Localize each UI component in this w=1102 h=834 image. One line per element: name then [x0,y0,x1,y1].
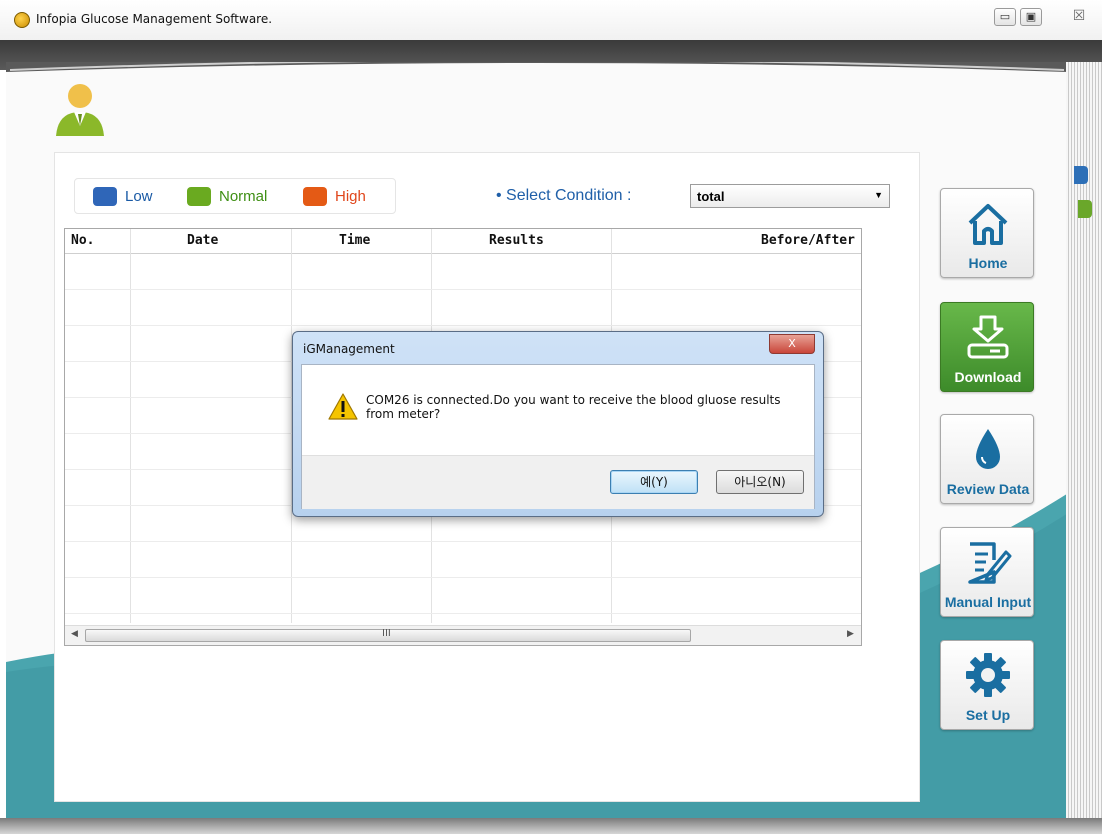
home-button-label: Home [968,255,1008,271]
water-drop-icon [976,429,1000,469]
footer-band [0,818,1102,834]
table-row [65,289,861,290]
review-data-button[interactable]: Review Data [940,414,1034,504]
download-icon [967,315,1009,359]
download-button-label: Download [954,369,1022,385]
column-header-date[interactable]: Date [187,233,218,248]
legend-high-label: High [335,188,366,205]
window-titlebar: Infopia Glucose Management Software. ▭ ▣… [0,0,1102,41]
minimize-button[interactable]: ▭ [994,8,1016,26]
legend-low-swatch [93,187,117,206]
table-row [65,541,861,542]
set-up-button-label: Set Up [965,707,1011,723]
legend: Low Normal High [74,178,396,214]
table-row [65,613,861,614]
dialog-body: COM26 is connected.Do you want to receiv… [301,364,815,509]
review-data-button-label: Review Data [946,481,1030,497]
scrollbar-grip: III [382,628,391,639]
no-button[interactable]: 아니오(N) [716,470,804,494]
home-icon [968,204,1008,245]
maximize-button[interactable]: ▣ [1020,8,1042,26]
legend-normal-swatch [187,187,211,206]
legend-normal-label: Normal [219,188,268,205]
dialog-title: iGManagement [303,342,395,356]
warning-icon [328,393,358,420]
yes-button[interactable]: 예(Y) [610,470,698,494]
edit-document-icon [968,542,1012,584]
bookmark-tab-blue [1074,166,1088,184]
download-button[interactable]: Download [940,302,1034,392]
chevron-down-icon: ▼ [874,190,883,200]
dialog-close-button[interactable]: X [769,334,815,354]
scroll-left-icon[interactable]: ◀ [71,629,78,639]
legend-low-label: Low [125,188,153,205]
table-row [65,325,861,326]
home-button[interactable]: Home [940,188,1034,278]
manual-input-button[interactable]: Manual Input [940,527,1034,617]
legend-high-swatch [303,187,327,206]
close-window-button[interactable]: ☒ [1068,8,1090,26]
scroll-right-icon[interactable]: ▶ [847,629,854,639]
column-header-time[interactable]: Time [339,233,370,248]
user-avatar-icon [56,84,104,136]
horizontal-scrollbar[interactable]: ◀ III ▶ [65,625,861,645]
manual-input-button-label: Manual Input [944,594,1032,610]
dialog-button-bar: 예(Y) 아니오(N) [302,455,814,509]
condition-select[interactable]: total ▼ [690,184,890,208]
select-condition-label: • Select Condition : [496,187,632,204]
column-header-no[interactable]: No. [71,233,94,248]
table-row [65,577,861,578]
confirm-dialog: iGManagement X COM26 is connected.Do you… [292,331,824,517]
window-title: Infopia Glucose Management Software. [36,12,273,26]
condition-select-value: total [697,189,725,204]
scrollbar-thumb[interactable]: III [85,628,691,642]
app-icon [14,12,30,28]
table-header: No. Date Time Results Before/After [65,229,861,254]
gear-icon [966,653,1010,697]
dialog-message: COM26 is connected.Do you want to receiv… [366,393,781,421]
set-up-button[interactable]: Set Up [940,640,1034,730]
column-header-before-after[interactable]: Before/After [761,233,855,248]
bookmark-tab-green [1078,200,1092,218]
column-header-results[interactable]: Results [489,233,544,248]
